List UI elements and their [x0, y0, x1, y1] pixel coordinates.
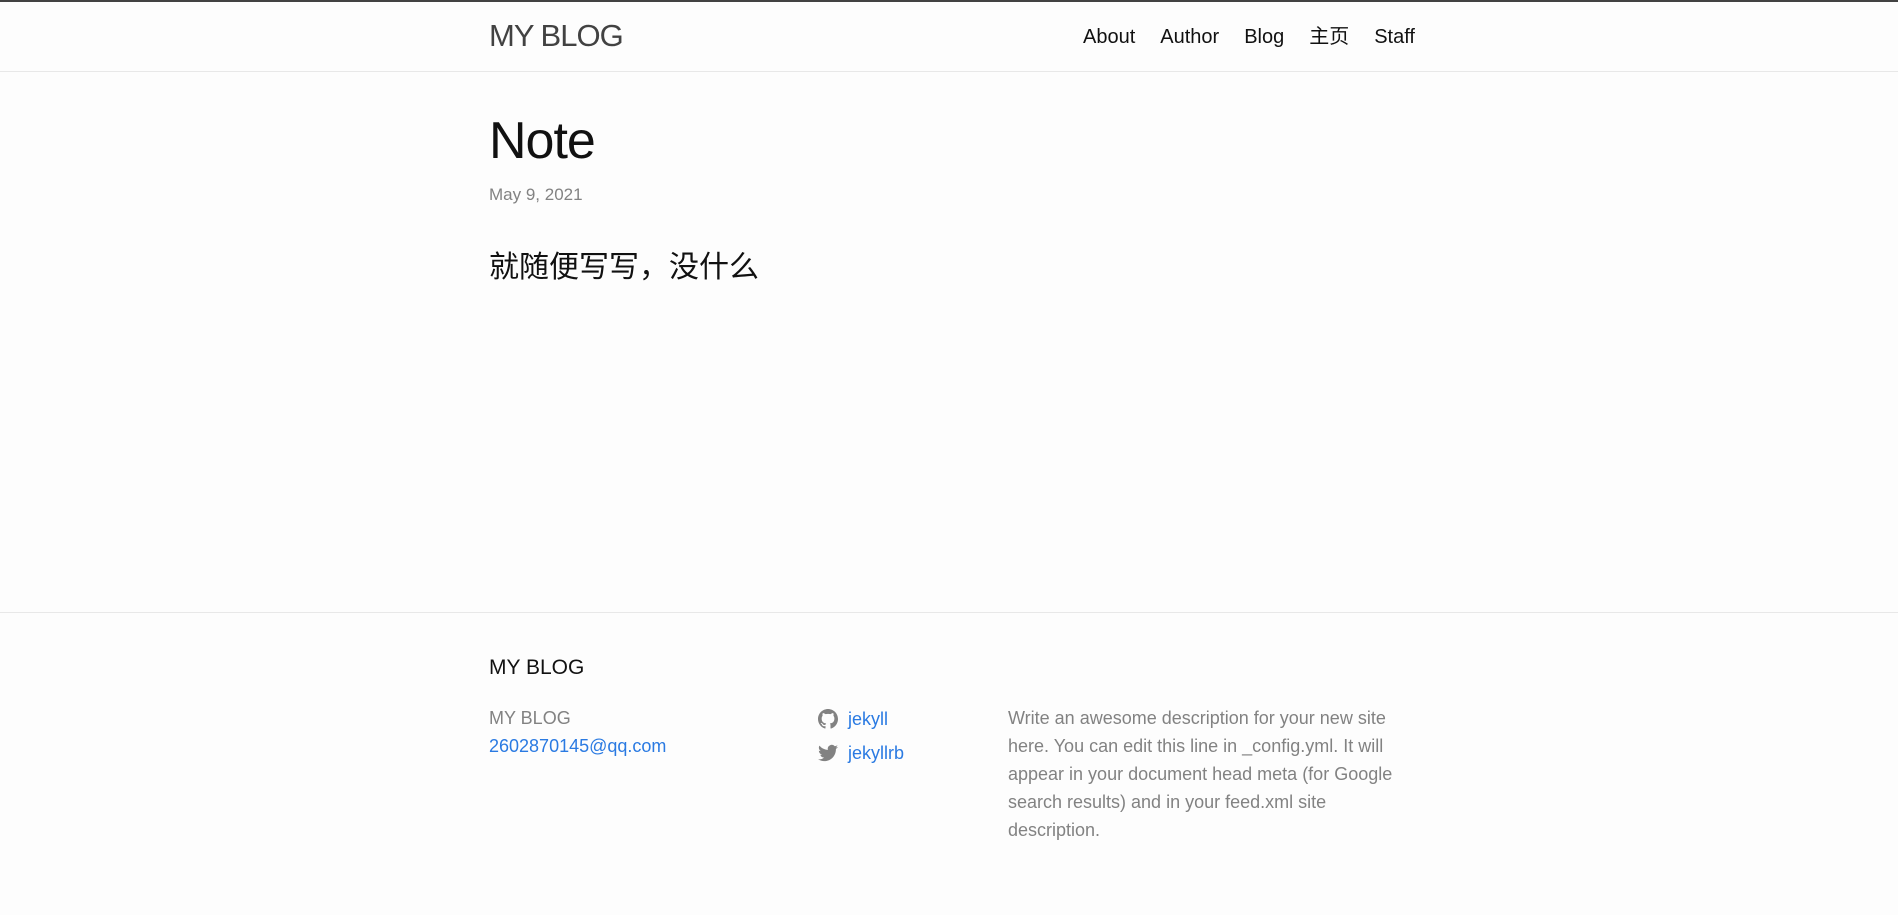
nav-link-author[interactable]: Author — [1160, 24, 1219, 50]
site-title-link[interactable]: MY BLOG — [489, 18, 624, 54]
post-title: Note — [489, 112, 596, 170]
footer-description: Write an awesome description for your ne… — [1008, 708, 1393, 840]
footer-email-link[interactable]: 2602870145@qq.com — [489, 732, 666, 760]
nav-link-staff[interactable]: Staff — [1374, 24, 1415, 50]
site-header — [0, 0, 1898, 72]
post-content: 就随便写写，没什么 — [489, 251, 759, 284]
nav-link-about[interactable]: About — [1083, 24, 1135, 50]
nav-link-blog[interactable]: Blog — [1244, 24, 1284, 50]
footer-heading: MY BLOG — [489, 656, 585, 679]
site-nav: About Author Blog 主页 Staff — [1083, 24, 1415, 50]
github-icon — [818, 709, 838, 729]
site-footer — [0, 612, 1898, 915]
github-username[interactable]: jekyll — [848, 702, 888, 736]
social-link-twitter[interactable]: jekyllrb — [818, 736, 904, 770]
footer-contact: MY BLOG 2602870145@qq.com — [489, 704, 666, 760]
twitter-username[interactable]: jekyllrb — [848, 736, 904, 770]
footer-social: jekyll jekyllrb — [818, 702, 904, 770]
footer-site-name: MY BLOG — [489, 708, 571, 728]
nav-link-home[interactable]: 主页 — [1309, 24, 1349, 50]
post-date: May 9, 2021 — [489, 185, 583, 204]
social-link-github[interactable]: jekyll — [818, 702, 904, 736]
twitter-icon — [818, 744, 838, 762]
